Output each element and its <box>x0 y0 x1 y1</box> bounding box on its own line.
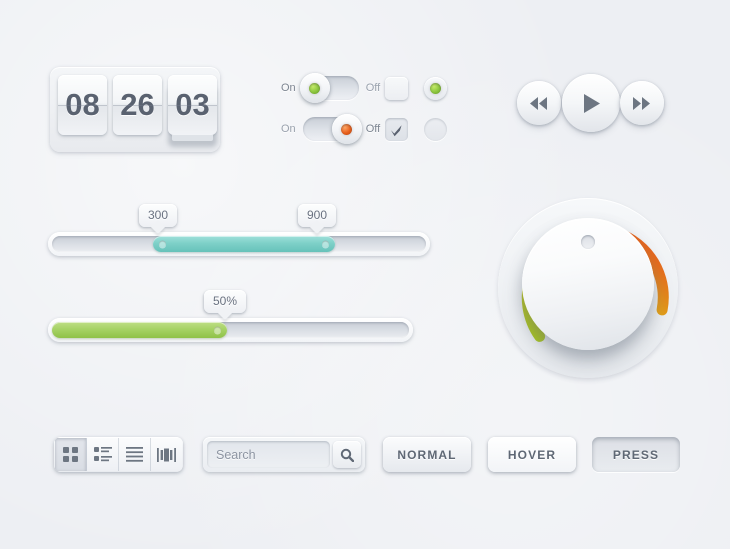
knob-body[interactable] <box>522 218 654 350</box>
radio-selected[interactable] <box>424 77 447 100</box>
segment-list-view[interactable] <box>87 438 119 471</box>
range-slider-tooltip-high: 900 <box>297 204 337 227</box>
lines-view-icon <box>126 447 143 462</box>
checkbox-empty-icon[interactable] <box>385 77 408 100</box>
knob-indicator-dot-icon <box>581 235 595 249</box>
flip-digit-hours: 08 <box>58 75 107 135</box>
progress-slider-handle[interactable] <box>214 326 221 334</box>
segment-grid-view[interactable] <box>55 438 87 471</box>
fast-forward-button[interactable] <box>620 81 664 125</box>
checkmark-icon[interactable] <box>385 118 408 141</box>
button-press[interactable]: PRESS <box>592 437 680 472</box>
rewind-icon <box>530 96 547 110</box>
segment-lines-view[interactable] <box>119 438 151 471</box>
range-slider-handle-low[interactable] <box>159 240 166 248</box>
toggle-switch-green[interactable] <box>299 73 359 103</box>
checkbox-unchecked[interactable] <box>385 77 408 100</box>
range-slider-fill[interactable] <box>153 236 335 252</box>
flip-clock-digits: 08 26 03 <box>58 75 217 135</box>
button-hover[interactable]: HOVER <box>488 437 576 472</box>
toggle-on-label: On <box>281 123 296 135</box>
toggle-switch-row-off: On Off <box>281 114 381 144</box>
range-slider-track[interactable] <box>48 232 430 256</box>
progress-slider-tooltip: 50% <box>203 290 247 313</box>
toggle-switch-row-on: On Off <box>281 73 381 103</box>
flip-digit-seconds: 03 <box>168 75 217 135</box>
fast-forward-icon <box>633 96 650 110</box>
toggle-on-label: On <box>281 82 296 94</box>
toggle-off-label: Off <box>365 123 381 135</box>
search-icon <box>340 448 354 462</box>
led-orange-icon <box>341 123 353 135</box>
progress-slider-fill[interactable] <box>52 322 227 338</box>
search-button[interactable] <box>333 441 361 468</box>
toggle-knob[interactable] <box>299 73 330 103</box>
coverflow-view-icon <box>157 447 176 462</box>
toggle-knob[interactable] <box>331 114 362 144</box>
button-normal[interactable]: NORMAL <box>383 437 471 472</box>
flip-clock: 08 26 03 <box>50 67 220 152</box>
radio-unselected[interactable] <box>424 118 447 141</box>
led-green-icon <box>430 83 441 94</box>
progress-slider[interactable]: 50% <box>48 290 413 342</box>
search-box[interactable]: Search <box>203 437 365 472</box>
toggle-switch-orange[interactable] <box>302 114 362 144</box>
list-view-icon <box>93 447 112 462</box>
view-segmented-control[interactable] <box>54 437 183 472</box>
range-slider-handle-high[interactable] <box>322 240 329 248</box>
rewind-button[interactable] <box>517 81 561 125</box>
toggle-off-label: Off <box>365 82 381 94</box>
ui-kit-canvas: 08 26 03 On Off On Off 300 900 50% Searc… <box>0 0 730 549</box>
rotary-knob[interactable] <box>498 198 678 378</box>
checkbox-checked[interactable] <box>385 118 408 141</box>
play-icon <box>583 93 600 113</box>
grid-view-icon <box>63 447 78 462</box>
radio-empty-icon[interactable] <box>424 118 447 141</box>
media-controls <box>517 74 664 132</box>
range-slider-tooltip-low: 300 <box>138 204 178 227</box>
search-input[interactable]: Search <box>207 441 330 468</box>
progress-slider-track[interactable] <box>48 318 413 342</box>
range-slider[interactable]: 300 900 <box>48 204 430 256</box>
led-green-icon <box>309 82 321 94</box>
radio-selected-icon[interactable] <box>424 77 447 100</box>
play-button[interactable] <box>562 74 620 132</box>
segment-coverflow-view[interactable] <box>151 438 182 471</box>
flip-digit-minutes: 26 <box>113 75 162 135</box>
